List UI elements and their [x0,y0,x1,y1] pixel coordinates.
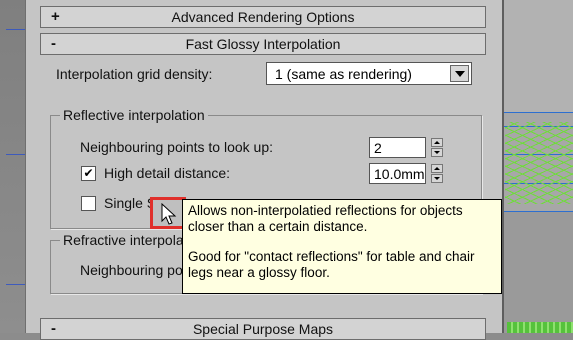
rollout-fast-glossy[interactable]: - Fast Glossy Interpolation [40,33,486,55]
mesh-object [507,322,573,333]
spinner-down-icon[interactable] [431,148,443,157]
tooltip-line: Allows non-interpolatied reflections for… [188,203,463,218]
viewport-right[interactable] [501,0,573,333]
grid-line [6,29,25,30]
spinner-field[interactable]: 2 [369,137,426,158]
grid-line [6,154,25,155]
refractive-group-title: Refractive interpola [60,232,187,248]
viewport-background [501,212,573,333]
rollout-title: Fast Glossy Interpolation [185,36,341,52]
single-sample-checkbox[interactable] [81,196,96,211]
reflective-neighbouring-label: Neighbouring points to look up: [80,139,274,155]
refractive-neighbouring-label: Neighbouring po [80,262,183,278]
dropdown-value: 1 (same as rendering) [275,66,412,82]
high-detail-checkbox[interactable]: ✔ [81,166,96,181]
rollout-special-purpose[interactable]: - Special Purpose Maps [40,318,486,340]
spinner-up-icon[interactable] [431,138,443,147]
grid-line [6,284,25,285]
rollout-title: Advanced Rendering Options [171,9,355,25]
tooltip-line: closer than a certain distance. [188,219,368,234]
reflective-group-title: Reflective interpolation [60,107,208,123]
viewport-left[interactable] [0,0,25,333]
tooltip: Allows non-interpolatied reflections for… [182,199,502,294]
tooltip-line: legs near a glossy floor. [188,265,330,280]
grid-density-label: Interpolation grid density: [56,66,213,82]
grid-density-dropdown[interactable]: 1 (same as rendering) [266,62,472,85]
mesh-object [505,122,573,204]
viewport-background [501,0,573,112]
spinner-field[interactable]: 10.0mm [369,163,426,184]
tooltip-line: Good for "contact reflections" for table… [188,249,475,264]
help-cursor-icon [161,203,177,225]
help-cursor-highlight [150,197,186,229]
chevron-down-icon[interactable] [450,65,469,82]
spinner-down-icon[interactable] [431,174,443,183]
high-detail-label: High detail distance: [104,165,231,181]
spinner-up-icon[interactable] [431,164,443,173]
rollout-advanced-rendering[interactable]: + Advanced Rendering Options [40,6,486,28]
rollout-title: Special Purpose Maps [192,321,334,337]
